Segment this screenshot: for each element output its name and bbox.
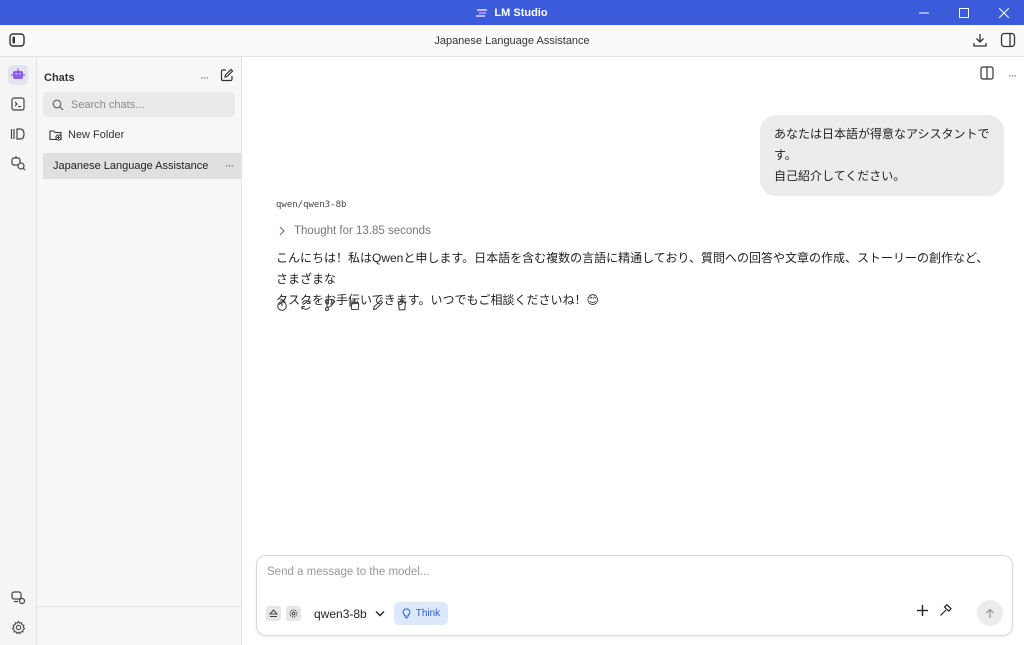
chats-heading: Chats [44, 71, 75, 84]
new-folder-button[interactable]: New Folder [49, 129, 124, 141]
split-view-icon [980, 66, 994, 80]
new-folder-label: New Folder [68, 129, 125, 141]
message-input[interactable] [267, 566, 997, 586]
toggle-right-panel-button[interactable] [1000, 32, 1016, 53]
message-composer: qwen3-8b Think [256, 555, 1013, 636]
hammer-icon [940, 603, 952, 616]
user-message-line2: 自己紹介してください。 [774, 169, 906, 183]
chats-more-button[interactable]: ··· [200, 72, 209, 84]
new-chat-button[interactable] [220, 68, 234, 87]
minimize-button[interactable] [904, 0, 944, 25]
user-message: あなたは日本語が得意なアシスタントです。 自己紹介してください。 [760, 115, 1004, 196]
download-button[interactable] [972, 32, 988, 53]
tools-button[interactable] [939, 603, 952, 622]
model-settings-button[interactable] [286, 606, 301, 621]
nav-mission-control[interactable] [8, 587, 28, 607]
maximize-button[interactable] [944, 0, 984, 25]
trash-icon [397, 299, 407, 311]
right-panel-icon [1000, 32, 1016, 48]
nav-developer[interactable] [8, 94, 28, 114]
split-view-button[interactable] [980, 66, 994, 85]
toggle-sidebar-button[interactable] [9, 33, 25, 52]
copy-icon [349, 300, 360, 311]
think-toggle-button[interactable]: Think [393, 602, 449, 625]
sidebar-divider [37, 606, 241, 607]
lightbulb-icon [402, 608, 411, 619]
maximize-icon [959, 7, 969, 18]
models-folder-icon [10, 128, 25, 140]
app-title: LM Studio [476, 6, 548, 19]
chat-item-label: Japanese Language Assistance [53, 160, 209, 172]
plus-icon [917, 605, 928, 616]
edit-new-chat-icon [220, 68, 234, 82]
attach-button[interactable] [916, 604, 929, 622]
assistant-message-line1: こんにちは！私はQwenと申します。日本語を含む複数の言語に精通しており、質問へ… [276, 251, 989, 286]
close-button[interactable] [984, 0, 1024, 25]
terminal-icon [11, 97, 25, 111]
chat-header: Japanese Language Assistance [0, 25, 1024, 57]
stats-button[interactable] [276, 299, 288, 311]
nav-my-models[interactable] [8, 124, 28, 144]
copy-button[interactable] [348, 299, 360, 311]
edit-button[interactable] [372, 299, 384, 311]
user-message-line1: あなたは日本語が得意なアシスタントです。 [774, 127, 990, 162]
nav-settings[interactable] [8, 617, 28, 637]
chats-sidebar: Chats ··· New Folder Japanese Language A… [37, 57, 242, 645]
app-title-text: LM Studio [494, 6, 548, 19]
nav-discover[interactable] [8, 153, 28, 173]
thought-toggle[interactable]: Thought for 13.85 seconds [278, 225, 431, 237]
window-titlebar: LM Studio [0, 0, 1024, 25]
download-icon [973, 34, 987, 47]
model-selector[interactable]: qwen3-8b [306, 607, 389, 621]
branch-icon [324, 299, 336, 311]
chat-title: Japanese Language Assistance [434, 34, 590, 47]
folder-plus-icon [49, 130, 62, 141]
search-icon [52, 99, 64, 110]
minimize-icon [919, 12, 929, 13]
nav-rail [0, 57, 37, 645]
eject-model-button[interactable] [266, 606, 281, 621]
sidebar-toggle-icon [9, 33, 25, 47]
close-icon [999, 7, 1009, 18]
thought-label: Thought for 13.85 seconds [294, 225, 431, 237]
gear-icon [11, 619, 25, 634]
chevron-down-icon [375, 611, 385, 617]
send-button[interactable] [977, 600, 1003, 626]
message-actions [276, 299, 408, 311]
delete-button[interactable] [396, 299, 408, 311]
robot-settings-icon [11, 591, 26, 605]
chat-robot-icon [11, 68, 25, 79]
lm-studio-logo-icon [476, 8, 488, 17]
nav-chat[interactable] [8, 65, 28, 85]
chat-options-button[interactable]: ··· [1008, 70, 1017, 82]
regenerate-icon [301, 300, 311, 310]
chat-list-item[interactable]: Japanese Language Assistance ··· [43, 153, 241, 179]
think-label: Think [415, 608, 441, 619]
chat-main: ··· あなたは日本語が得意なアシスタントです。 自己紹介してください。 qwe… [242, 57, 1024, 645]
pencil-icon [372, 299, 384, 311]
arrow-up-icon [986, 608, 994, 618]
search-input[interactable] [71, 98, 221, 111]
stopwatch-icon [277, 299, 287, 311]
model-select-label: qwen3-8b [314, 606, 367, 621]
gear-icon [289, 609, 298, 618]
search-chats[interactable] [43, 92, 235, 117]
regenerate-button[interactable] [300, 299, 312, 311]
assistant-model-name: qwen/qwen3-8b [276, 200, 347, 210]
chat-item-more-button[interactable]: ··· [225, 160, 234, 172]
branch-button[interactable] [324, 299, 336, 311]
chevron-right-icon [279, 226, 285, 236]
discover-search-icon [11, 156, 26, 171]
eject-icon [269, 609, 278, 617]
